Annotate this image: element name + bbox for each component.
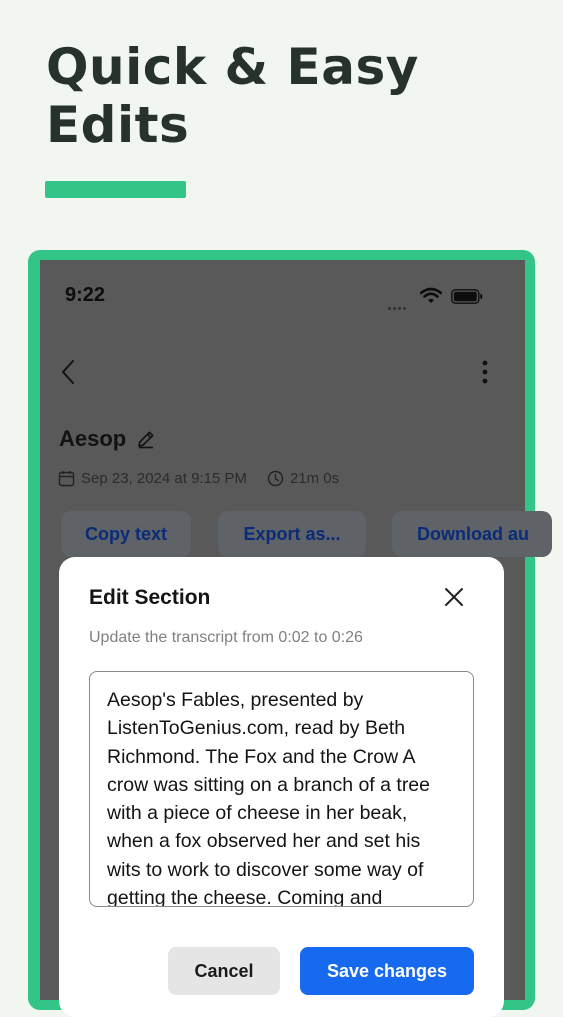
- wifi-icon: [420, 287, 442, 303]
- signal-dots-icon: [388, 297, 410, 310]
- headline-line-1: Quick & Easy: [46, 38, 419, 96]
- cancel-button[interactable]: Cancel: [168, 947, 280, 995]
- recording-title: Aesop: [59, 426, 127, 451]
- recording-title-row: Aesop: [59, 424, 156, 454]
- transcript-textarea[interactable]: Aesop's Fables, presented by ListenToGen…: [89, 671, 474, 907]
- recording-meta: Sep 23, 2024 at 9:15 PM 21m 0s: [58, 470, 339, 487]
- battery-icon: [451, 289, 483, 304]
- status-time: 9:22: [65, 284, 106, 306]
- recording-date: Sep 23, 2024 at 9:15 PM: [81, 470, 247, 487]
- modal-title: Edit Section: [89, 586, 211, 609]
- accent-underline: [45, 181, 186, 198]
- pencil-icon[interactable]: [136, 429, 156, 449]
- calendar-icon: [58, 471, 75, 487]
- close-icon[interactable]: [443, 586, 465, 608]
- edit-section-modal: Edit Section Update the transcript from …: [59, 557, 504, 1017]
- promo-headline: Quick & Easy Edits: [46, 38, 419, 154]
- copy-text-button[interactable]: Copy text: [61, 511, 191, 557]
- chevron-left-icon[interactable]: [59, 358, 77, 386]
- save-changes-button[interactable]: Save changes: [300, 947, 474, 995]
- vertical-dots-icon[interactable]: [478, 358, 492, 386]
- modal-subtitle: Update the transcript from 0:02 to 0:26: [89, 629, 363, 646]
- clock-icon: [267, 470, 284, 487]
- export-button[interactable]: Export as...: [218, 511, 366, 557]
- duration-group: 21m 0s: [267, 470, 339, 487]
- download-audio-button[interactable]: Download au: [392, 511, 552, 557]
- headline-line-2: Edits: [46, 96, 190, 154]
- recording-duration: 21m 0s: [289, 470, 340, 487]
